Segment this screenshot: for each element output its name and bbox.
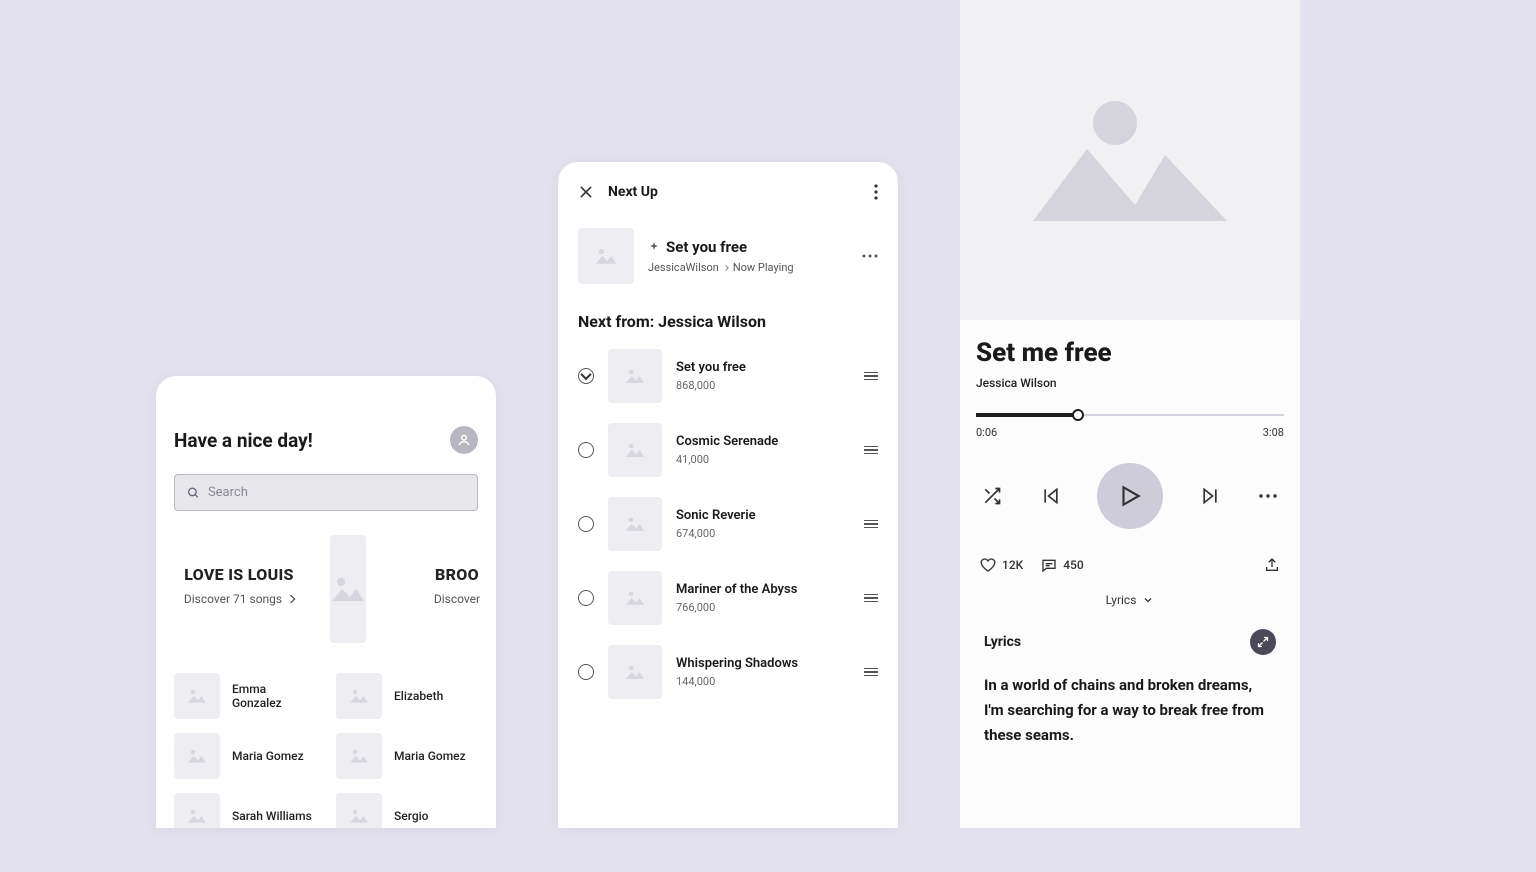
lyrics-text: In a world of chains and broken dreams,I… [984, 673, 1276, 747]
now-playing-status: Now Playing [733, 261, 794, 274]
queue-item-plays: 41,000 [676, 453, 850, 466]
time-elapsed: 0:06 [976, 426, 997, 439]
more-vertical-icon[interactable] [874, 184, 878, 200]
search-box[interactable] [174, 474, 478, 511]
queue-item-plays: 868,000 [676, 379, 850, 392]
song-title: Set me free [976, 338, 1284, 368]
drag-handle-icon[interactable] [864, 668, 878, 677]
queue-item-title: Cosmic Serenade [676, 434, 850, 449]
next-button[interactable] [1198, 484, 1222, 508]
chevron-right-icon [287, 595, 295, 603]
artist-item[interactable]: Maria Gomez [174, 733, 316, 779]
expand-icon [1257, 636, 1269, 648]
now-playing-title: Set you free [666, 238, 747, 256]
featured-subtitle: Discover 71 songs [184, 592, 282, 606]
lyrics-label: Lyrics [984, 634, 1021, 650]
comment-button[interactable]: 450 [1041, 557, 1083, 573]
previous-button[interactable] [1039, 484, 1063, 508]
drag-handle-icon[interactable] [864, 446, 878, 455]
lyrics-toggle[interactable]: Lyrics [976, 593, 1284, 607]
queue-item[interactable]: Set you free 868,000 [578, 349, 878, 403]
queue-radio[interactable] [578, 590, 594, 606]
chevron-down-icon [1142, 594, 1154, 606]
more-horizontal-icon[interactable] [862, 254, 878, 258]
search-input[interactable] [208, 485, 465, 500]
queue-item[interactable]: Mariner of the Abyss 766,000 [578, 571, 878, 625]
queue-item-title: Whispering Shadows [676, 656, 850, 671]
sparkle-icon [648, 241, 660, 253]
more-button[interactable] [1256, 484, 1280, 508]
featured-card[interactable]: BROO Discover [392, 535, 496, 643]
queue-radio[interactable] [578, 664, 594, 680]
queue-radio[interactable] [578, 516, 594, 532]
queue-item-plays: 766,000 [676, 601, 850, 614]
queue-item[interactable]: Whispering Shadows 144,000 [578, 645, 878, 699]
artist-item[interactable]: Maria Gomez [336, 733, 478, 779]
artist-item[interactable]: Emma Gonzalez [174, 673, 316, 719]
play-button[interactable] [1097, 463, 1163, 529]
next-up-title: Next Up [608, 184, 658, 200]
profile-avatar-button[interactable] [450, 426, 478, 454]
like-count: 12K [1002, 558, 1023, 572]
featured-subtitle: Discover [434, 592, 480, 606]
artist-item[interactable]: Sarah Williams [174, 793, 316, 828]
featured-card[interactable]: LOVE IS LOUIS Discover 71 songs [174, 535, 304, 643]
heart-icon [980, 557, 996, 573]
progress-slider[interactable] [976, 412, 1284, 418]
share-button[interactable] [1264, 557, 1280, 573]
share-icon [1264, 557, 1280, 573]
next-up-screen: Next Up Set you free JessicaWilson Now P… [558, 162, 898, 828]
queue-item[interactable]: Cosmic Serenade 41,000 [578, 423, 878, 477]
comment-icon [1041, 557, 1057, 573]
next-from-label: Next from: Jessica Wilson [578, 312, 878, 331]
player-screen: Set me free Jessica Wilson 0:06 3:08 [960, 0, 1300, 828]
artist-item[interactable]: Elizabeth [336, 673, 478, 719]
shuffle-button[interactable] [980, 484, 1004, 508]
comment-count: 450 [1063, 558, 1083, 572]
drag-handle-icon[interactable] [864, 520, 878, 529]
song-artist: Jessica Wilson [976, 376, 1284, 390]
queue-item-title: Sonic Reverie [676, 508, 850, 523]
queue-item-title: Set you free [676, 360, 850, 375]
like-button[interactable]: 12K [980, 557, 1023, 573]
close-icon[interactable] [578, 184, 594, 200]
artists-grid: Emma Gonzalez Elizabeth Maria Gomez Mari… [174, 673, 478, 828]
featured-image-placeholder [330, 535, 366, 643]
now-playing-row[interactable]: Set you free JessicaWilson Now Playing [578, 228, 878, 284]
queue-thumb [608, 349, 662, 403]
queue-thumb [608, 497, 662, 551]
queue-thumb [608, 571, 662, 625]
now-playing-artist: JessicaWilson [648, 261, 719, 274]
expand-lyrics-button[interactable] [1250, 629, 1276, 655]
queue-item-title: Mariner of the Abyss [676, 582, 850, 597]
search-icon [187, 486, 200, 500]
album-cover [960, 0, 1300, 320]
discover-screen: Have a nice day! LOVE IS LOUIS Discover … [156, 376, 496, 828]
queue-radio[interactable] [578, 442, 594, 458]
time-total: 3:08 [1263, 426, 1284, 439]
greeting-title: Have a nice day! [174, 429, 313, 452]
featured-title: BROO [435, 565, 479, 584]
queue-thumb [608, 645, 662, 699]
drag-handle-icon[interactable] [864, 372, 878, 381]
chevron-right-icon [723, 265, 729, 271]
queue-thumb [608, 423, 662, 477]
drag-handle-icon[interactable] [864, 594, 878, 603]
queue-item-plays: 674,000 [676, 527, 850, 540]
featured-title: LOVE IS LOUIS [184, 565, 294, 584]
user-icon [457, 433, 471, 447]
queue-item-plays: 144,000 [676, 675, 850, 688]
artist-item[interactable]: Sergio [336, 793, 478, 828]
queue-item[interactable]: Sonic Reverie 674,000 [578, 497, 878, 551]
lyrics-toggle-label: Lyrics [1106, 593, 1137, 607]
queue-radio[interactable] [578, 368, 594, 384]
